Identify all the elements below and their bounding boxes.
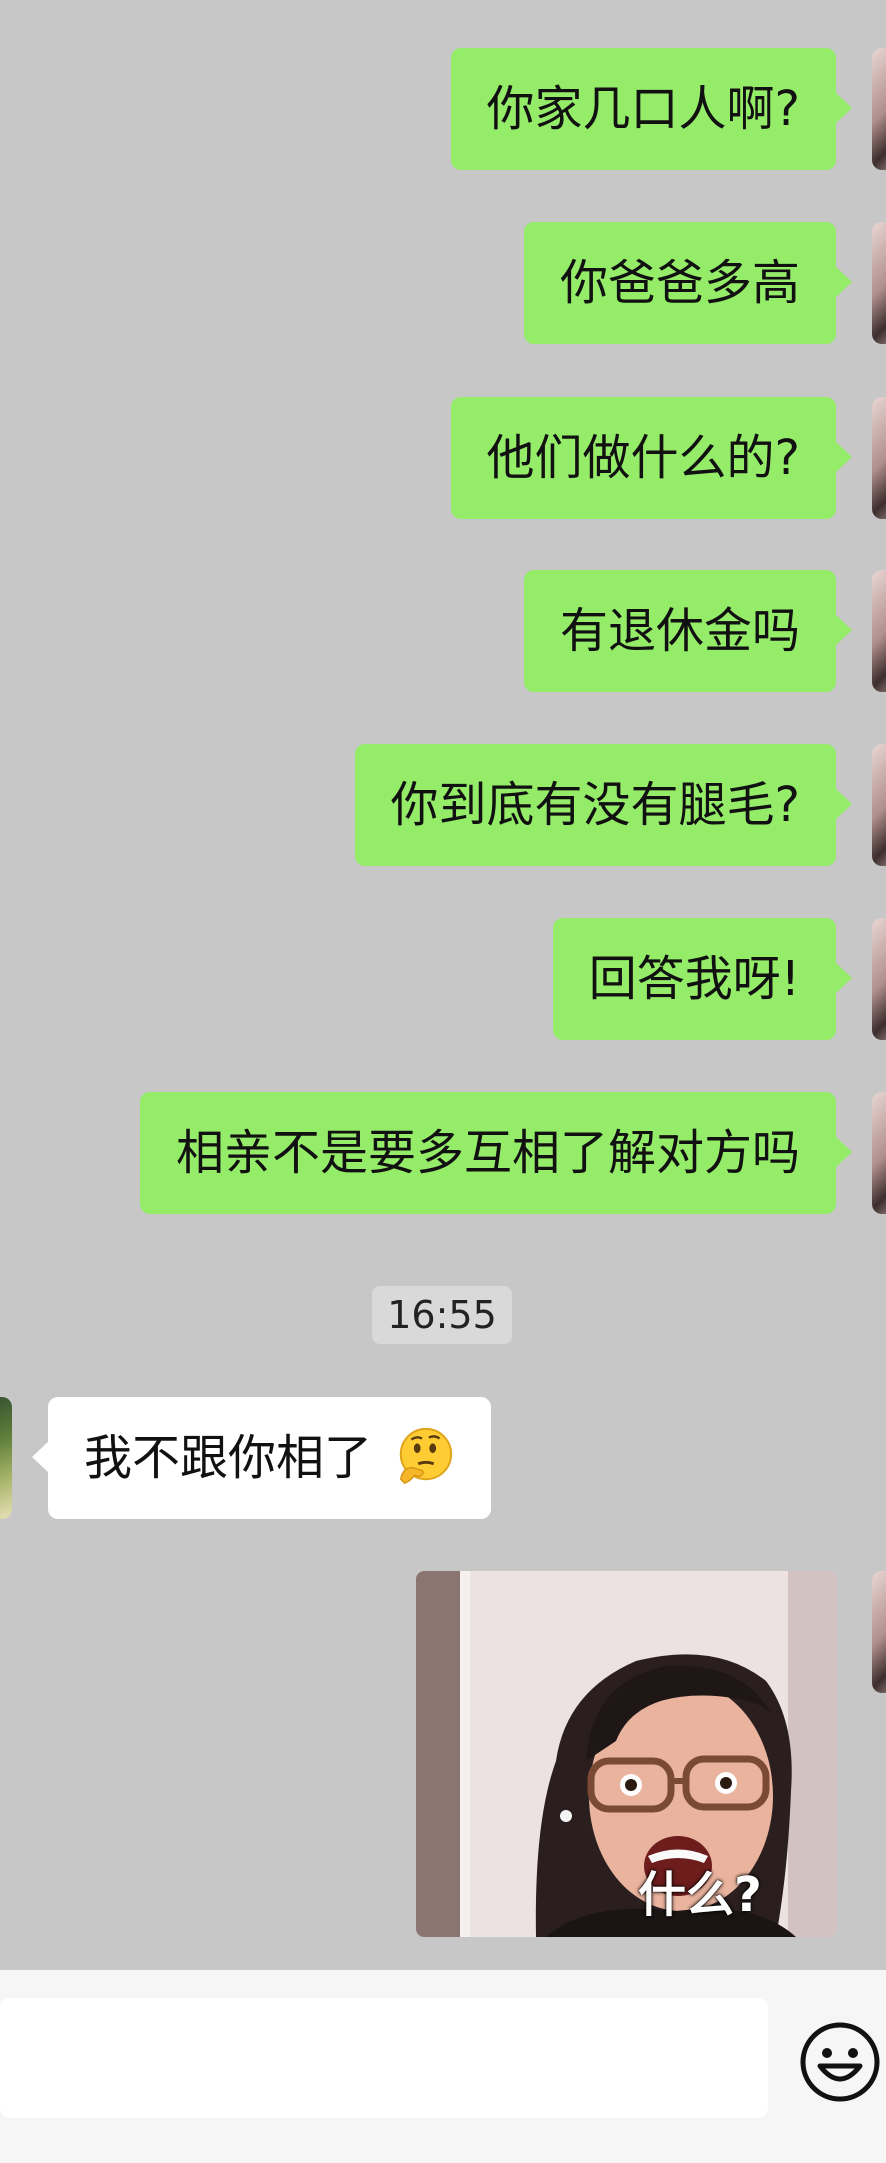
sent-message[interactable]: 你家几口人啊? xyxy=(450,48,853,170)
message-text: 你家几口人啊? xyxy=(486,81,800,137)
smiley-icon[interactable] xyxy=(798,2020,882,2104)
sticker-caption: 什么? xyxy=(638,1867,762,1923)
message-text: 你到底有没有腿毛? xyxy=(390,777,800,833)
message-text: 有退休金吗 xyxy=(559,603,800,659)
my-avatar[interactable] xyxy=(872,222,886,344)
message-text: 你爸爸多高 xyxy=(559,255,800,311)
my-avatar[interactable] xyxy=(872,48,886,170)
my-avatar[interactable] xyxy=(872,1092,886,1214)
sent-message[interactable]: 你爸爸多高 xyxy=(523,222,853,344)
my-avatar[interactable] xyxy=(872,1571,886,1693)
message-text: 回答我呀! xyxy=(588,951,800,1007)
message-timestamp: 16:55 xyxy=(372,1286,512,1344)
message-input[interactable] xyxy=(0,1998,768,2118)
sent-message[interactable]: 有退休金吗 xyxy=(523,570,853,692)
sticker-illustration xyxy=(416,1571,837,1937)
my-avatar[interactable] xyxy=(872,918,886,1040)
input-bar xyxy=(0,1970,886,2163)
contact-avatar[interactable] xyxy=(0,1397,12,1519)
thinking-face-icon xyxy=(400,1427,453,1484)
sent-message[interactable]: 他们做什么的? xyxy=(450,397,853,519)
message-text: 我不跟你相了 xyxy=(84,1430,373,1486)
chat-area: 你家几口人啊? 你爸爸多高 他们做什么的? 有退休金吗 你到底有没有腿毛? 回答… xyxy=(0,0,886,1970)
my-avatar[interactable] xyxy=(872,397,886,519)
message-text: 相亲不是要多互相了解对方吗 xyxy=(175,1125,800,1181)
sent-message[interactable]: 相亲不是要多互相了解对方吗 xyxy=(139,1092,853,1214)
my-avatar[interactable] xyxy=(872,744,886,866)
sent-message[interactable]: 回答我呀! xyxy=(552,918,853,1040)
received-message[interactable]: 我不跟你相了 xyxy=(31,1397,492,1519)
message-text: 他们做什么的? xyxy=(486,430,800,486)
sticker-image[interactable]: 什么? xyxy=(416,1571,837,1937)
my-avatar[interactable] xyxy=(872,570,886,692)
sent-message[interactable]: 你到底有没有腿毛? xyxy=(354,744,853,866)
